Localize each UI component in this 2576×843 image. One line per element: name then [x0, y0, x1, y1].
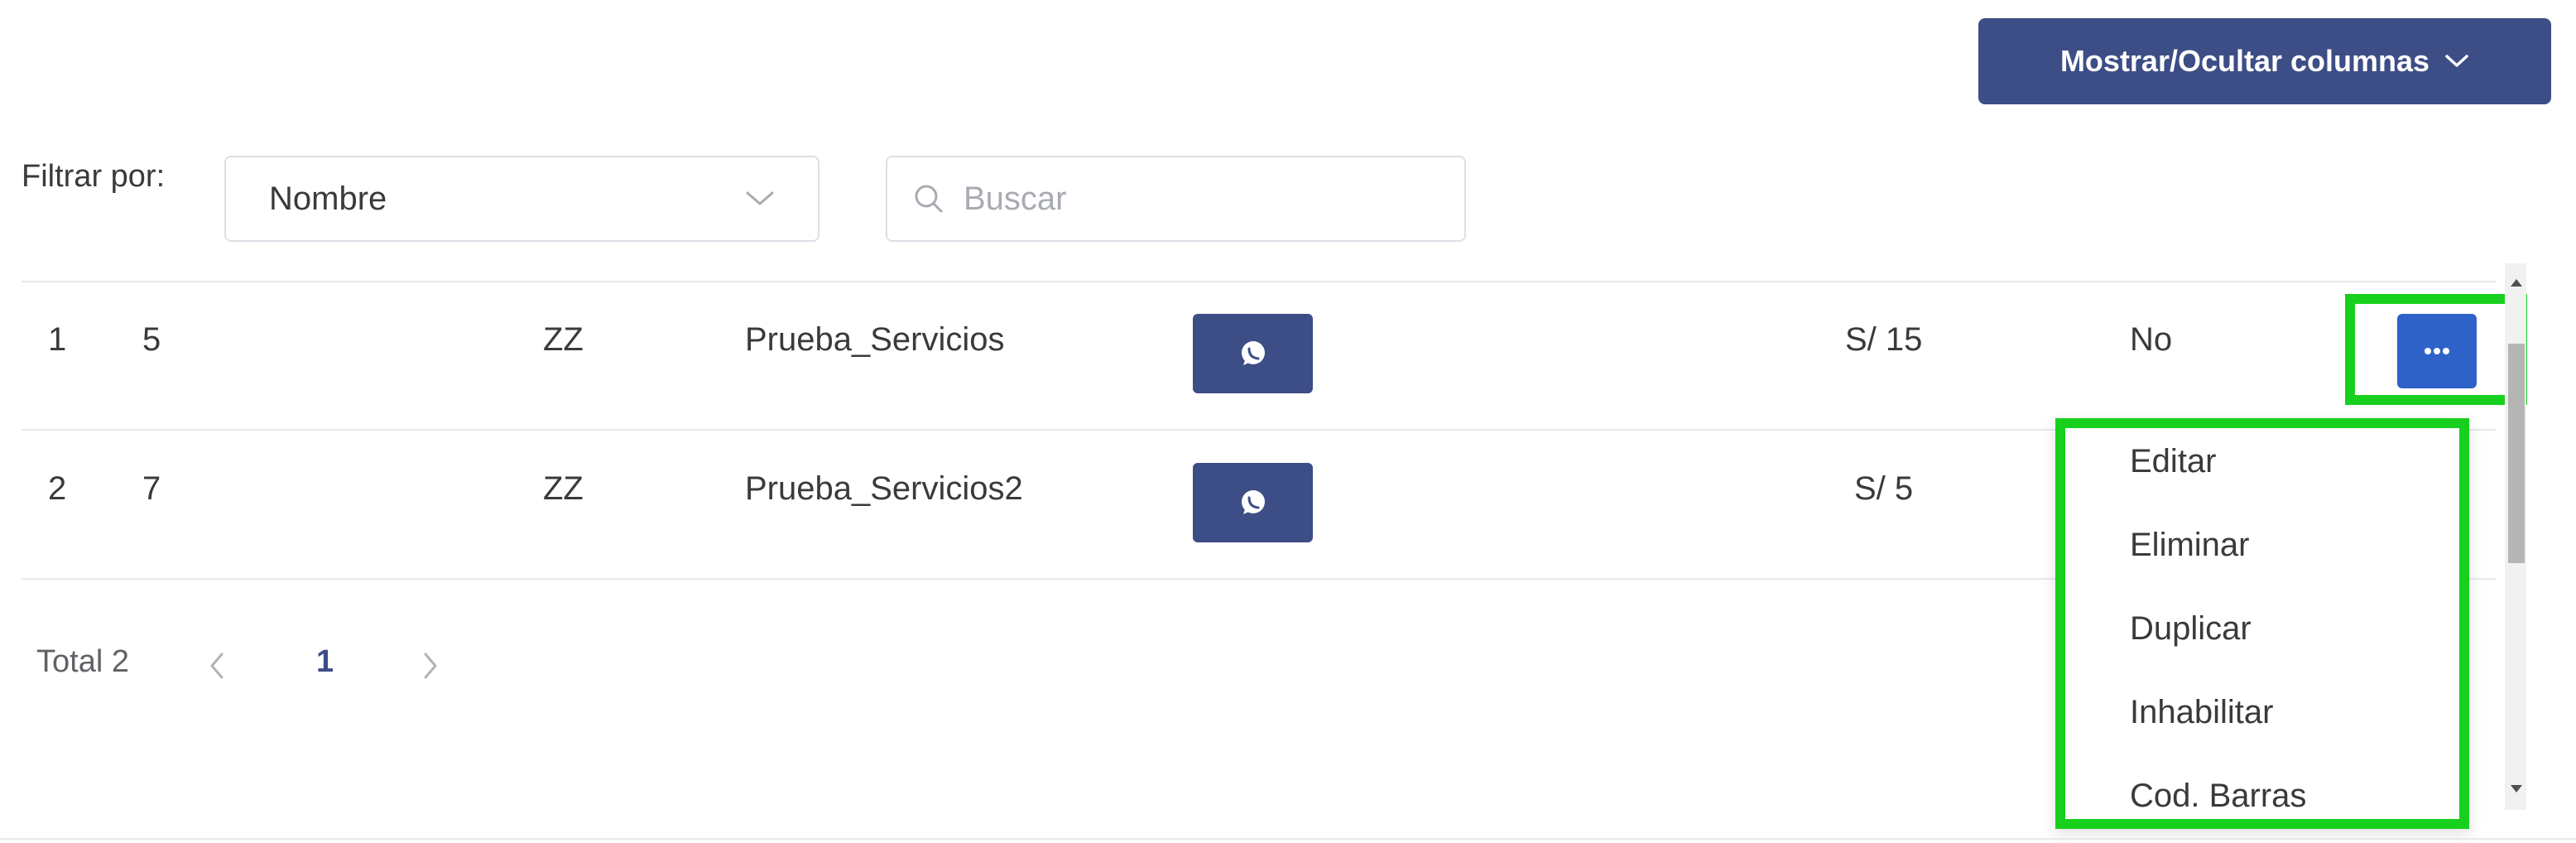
actions-menu: Editar Eliminar Duplicar Inhabilitar Cod… [2055, 418, 2469, 829]
row-index: 1 [48, 321, 67, 358]
row-id: 5 [142, 321, 161, 358]
toggle-columns-label: Mostrar/Ocultar columnas [2059, 44, 2430, 78]
menu-item-eliminar[interactable]: Eliminar [2130, 527, 2249, 564]
chevron-down-icon [746, 191, 774, 205]
pagination-total: Total 2 [36, 644, 129, 679]
chevron-right-icon[interactable] [421, 649, 440, 682]
menu-item-inhabilitar[interactable]: Inhabilitar [2130, 694, 2273, 731]
chevron-down-icon [2445, 55, 2468, 67]
row-code: ZZ [543, 321, 584, 358]
search-field[interactable] [886, 156, 1466, 242]
whatsapp-icon [1241, 490, 1265, 514]
filter-label: Filtrar por: [22, 159, 166, 194]
row-name: Prueba_Servicios2 [745, 470, 1023, 507]
pagination-page[interactable]: 1 [316, 644, 334, 680]
scrollbar-thumb[interactable] [2508, 344, 2525, 563]
whatsapp-button[interactable] [1193, 314, 1313, 393]
menu-item-duplicar[interactable]: Duplicar [2130, 610, 2252, 648]
menu-item-editar[interactable]: Editar [2130, 443, 2217, 480]
search-input[interactable] [962, 179, 1439, 219]
bottom-divider [0, 838, 2576, 840]
table-top-divider [22, 281, 2497, 282]
highlight-box [2345, 294, 2527, 405]
row-index: 2 [48, 470, 67, 507]
scroll-up-icon[interactable] [2508, 277, 2525, 288]
filter-select-value: Nombre [269, 180, 387, 217]
whatsapp-icon [1241, 341, 1265, 365]
row-name: Prueba_Servicios [745, 321, 1005, 358]
row-price: S/ 5 [1854, 470, 1914, 507]
row-code: ZZ [543, 470, 584, 507]
chevron-left-icon[interactable] [207, 649, 227, 682]
filter-select[interactable]: Nombre [224, 156, 819, 242]
search-icon [915, 185, 943, 213]
scroll-down-icon[interactable] [2508, 783, 2525, 795]
toggle-columns-button[interactable]: Mostrar/Ocultar columnas [1978, 18, 2551, 104]
row-flag: No [2130, 321, 2173, 358]
row-id: 7 [142, 470, 161, 507]
row-price: S/ 15 [1845, 321, 1923, 358]
menu-item-cod-barras[interactable]: Cod. Barras [2130, 778, 2306, 815]
whatsapp-button[interactable] [1193, 463, 1313, 542]
